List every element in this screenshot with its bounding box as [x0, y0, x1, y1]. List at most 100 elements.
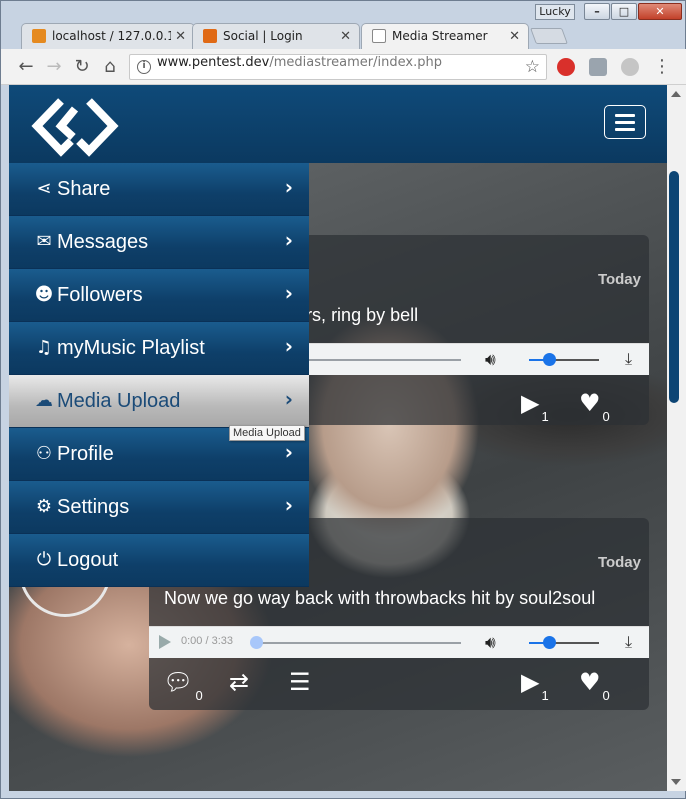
close-window-button[interactable]: ✕ — [638, 3, 682, 20]
play-count-button[interactable]: ▶ 1 — [521, 389, 549, 424]
bookmark-star-icon[interactable]: ☆ — [525, 57, 540, 77]
like-button[interactable]: ♥ 0 — [579, 668, 610, 703]
menu-item-messages[interactable]: ✉ Messages › — [9, 216, 309, 269]
chevron-right-icon: › — [284, 334, 293, 358]
volume-knob[interactable] — [543, 636, 556, 649]
cloud-upload-icon: ☁ — [35, 390, 53, 411]
menu-item-followers[interactable]: ☻ Followers › — [9, 269, 309, 322]
menu-item-label: Share — [57, 178, 111, 200]
chevron-right-icon: › — [284, 175, 293, 199]
url-text[interactable]: www.pentest.dev/mediastreamer/index.php — [157, 55, 442, 70]
app-header — [9, 85, 667, 163]
menu-item-share[interactable]: ⋖ Share › — [9, 163, 309, 216]
menu-item-media-upload[interactable]: ☁ Media Upload › — [9, 375, 309, 428]
seek-bar[interactable] — [257, 642, 461, 644]
browser-window: Lucky – □ ✕ localhost / 127.0.0.1 ✕ Soci… — [0, 0, 686, 799]
download-icon[interactable]: ⤓ — [625, 349, 632, 369]
power-icon: ⏻ — [36, 549, 52, 570]
menu-item-label: Logout — [57, 549, 119, 571]
menu-item-logout[interactable]: ⏻ Logout — [9, 534, 309, 587]
post-time: Today — [597, 271, 641, 288]
tab-title: localhost / 127.0.0.1 — [52, 29, 175, 43]
post-actions: 💬︎ 0 ⇄ ☰ ▶ 1 ♥ 0 — [149, 660, 649, 710]
play-icon[interactable] — [159, 635, 171, 649]
close-tab-icon[interactable]: ✕ — [171, 24, 186, 49]
forward-button[interactable]: → — [43, 56, 65, 78]
close-icon: ✕ — [655, 5, 665, 18]
menu-item-label: Settings — [57, 496, 130, 518]
chevron-right-icon: › — [284, 281, 293, 305]
profile-badge[interactable]: Lucky — [535, 4, 575, 20]
close-tab-icon[interactable]: ✕ — [509, 24, 520, 49]
like-count: 0 — [602, 408, 610, 424]
browser-toolbar: ← → ↻ ⌂ i www.pentest.dev/mediastreamer/… — [1, 49, 686, 85]
info-icon[interactable]: i — [137, 60, 151, 74]
audio-player[interactable]: 0:00 / 3:33 🔊︎ ⤓ — [149, 626, 649, 658]
like-button[interactable]: ♥ 0 — [579, 389, 610, 424]
chevron-right-icon: › — [284, 387, 293, 411]
minimize-button[interactable]: – — [584, 3, 610, 20]
menu-item-settings[interactable]: ⚙ Settings › — [9, 481, 309, 534]
menu-item-label: Media Upload — [57, 390, 181, 412]
users-icon: ☻ — [34, 284, 54, 305]
hamburger-menu-button[interactable] — [604, 105, 646, 139]
page-favicon-icon — [372, 29, 386, 43]
back-button[interactable]: ← — [15, 56, 37, 78]
like-count: 0 — [602, 687, 610, 703]
tab-strip: localhost / 127.0.0.1 ✕ Social | Login ✕… — [1, 21, 686, 49]
comment-button[interactable]: 💬︎ 0 — [163, 668, 203, 703]
extension-icon[interactable] — [621, 58, 639, 76]
download-icon[interactable]: ⤓ — [625, 632, 632, 652]
tab-title: Media Streamer — [392, 29, 488, 43]
player-time: 0:00 / 3:33 — [181, 635, 233, 647]
browser-menu-button[interactable]: ⋮ — [651, 56, 673, 78]
scroll-down-icon[interactable] — [671, 779, 681, 785]
scroll-up-icon[interactable] — [671, 91, 681, 97]
new-tab-button[interactable] — [530, 28, 568, 44]
url-path: /mediastreamer/index.php — [269, 55, 442, 70]
volume-slider[interactable] — [529, 642, 599, 644]
repost-icon[interactable]: ⇄ — [229, 668, 249, 696]
close-tab-icon[interactable]: ✕ — [340, 24, 351, 49]
seek-knob[interactable] — [250, 636, 263, 649]
play-count-button[interactable]: ▶ 1 — [521, 668, 549, 703]
extension-icon[interactable] — [589, 58, 607, 76]
chevron-right-icon: › — [284, 228, 293, 252]
tab-phpmyadmin[interactable]: localhost / 127.0.0.1 ✕ — [21, 23, 195, 49]
page-scrollbar[interactable] — [667, 85, 686, 791]
phpmyadmin-favicon-icon — [32, 29, 46, 43]
volume-knob[interactable] — [543, 353, 556, 366]
volume-icon[interactable]: 🔊︎ — [485, 350, 496, 370]
menu-item-label: Followers — [57, 284, 143, 306]
envelope-icon: ✉ — [36, 231, 52, 252]
menu-item-playlist[interactable]: ♫ myMusic Playlist › — [9, 322, 309, 375]
gear-icon: ⚙ — [35, 496, 53, 517]
minimize-icon: – — [594, 5, 600, 18]
chevron-right-icon: › — [284, 493, 293, 517]
user-icon: ⚇ — [35, 443, 53, 464]
share-icon: ⋖ — [36, 178, 52, 199]
tab-title: Social | Login — [223, 29, 303, 43]
url-host: www.pentest.dev — [157, 55, 270, 70]
volume-icon[interactable]: 🔊︎ — [485, 633, 496, 653]
post-time: Today — [597, 554, 641, 571]
maximize-icon: □ — [618, 5, 630, 18]
adblock-extension-icon[interactable] — [557, 58, 575, 76]
home-button[interactable]: ⌂ — [99, 56, 121, 78]
app-logo-icon[interactable] — [31, 95, 119, 157]
tooltip: Media Upload — [229, 425, 305, 441]
play-count: 1 — [541, 687, 549, 703]
post-title: Now we go way back with throwbacks hit b… — [164, 588, 596, 608]
volume-slider[interactable] — [529, 359, 599, 361]
list-icon[interactable]: ☰ — [289, 668, 311, 696]
side-menu: ⋖ Share › ✉ Messages › ☻ Followers › ♫ m… — [9, 163, 309, 587]
scroll-thumb[interactable] — [669, 171, 679, 403]
menu-item-label: myMusic Playlist — [57, 337, 205, 359]
reload-button[interactable]: ↻ — [71, 56, 93, 78]
tab-social-login[interactable]: Social | Login ✕ — [192, 23, 360, 49]
comment-count: 0 — [195, 687, 203, 703]
tab-media-streamer[interactable]: Media Streamer ✕ — [361, 23, 529, 49]
maximize-button[interactable]: □ — [611, 3, 637, 20]
address-bar[interactable]: i www.pentest.dev/mediastreamer/index.ph… — [129, 54, 547, 80]
social-favicon-icon — [203, 29, 217, 43]
